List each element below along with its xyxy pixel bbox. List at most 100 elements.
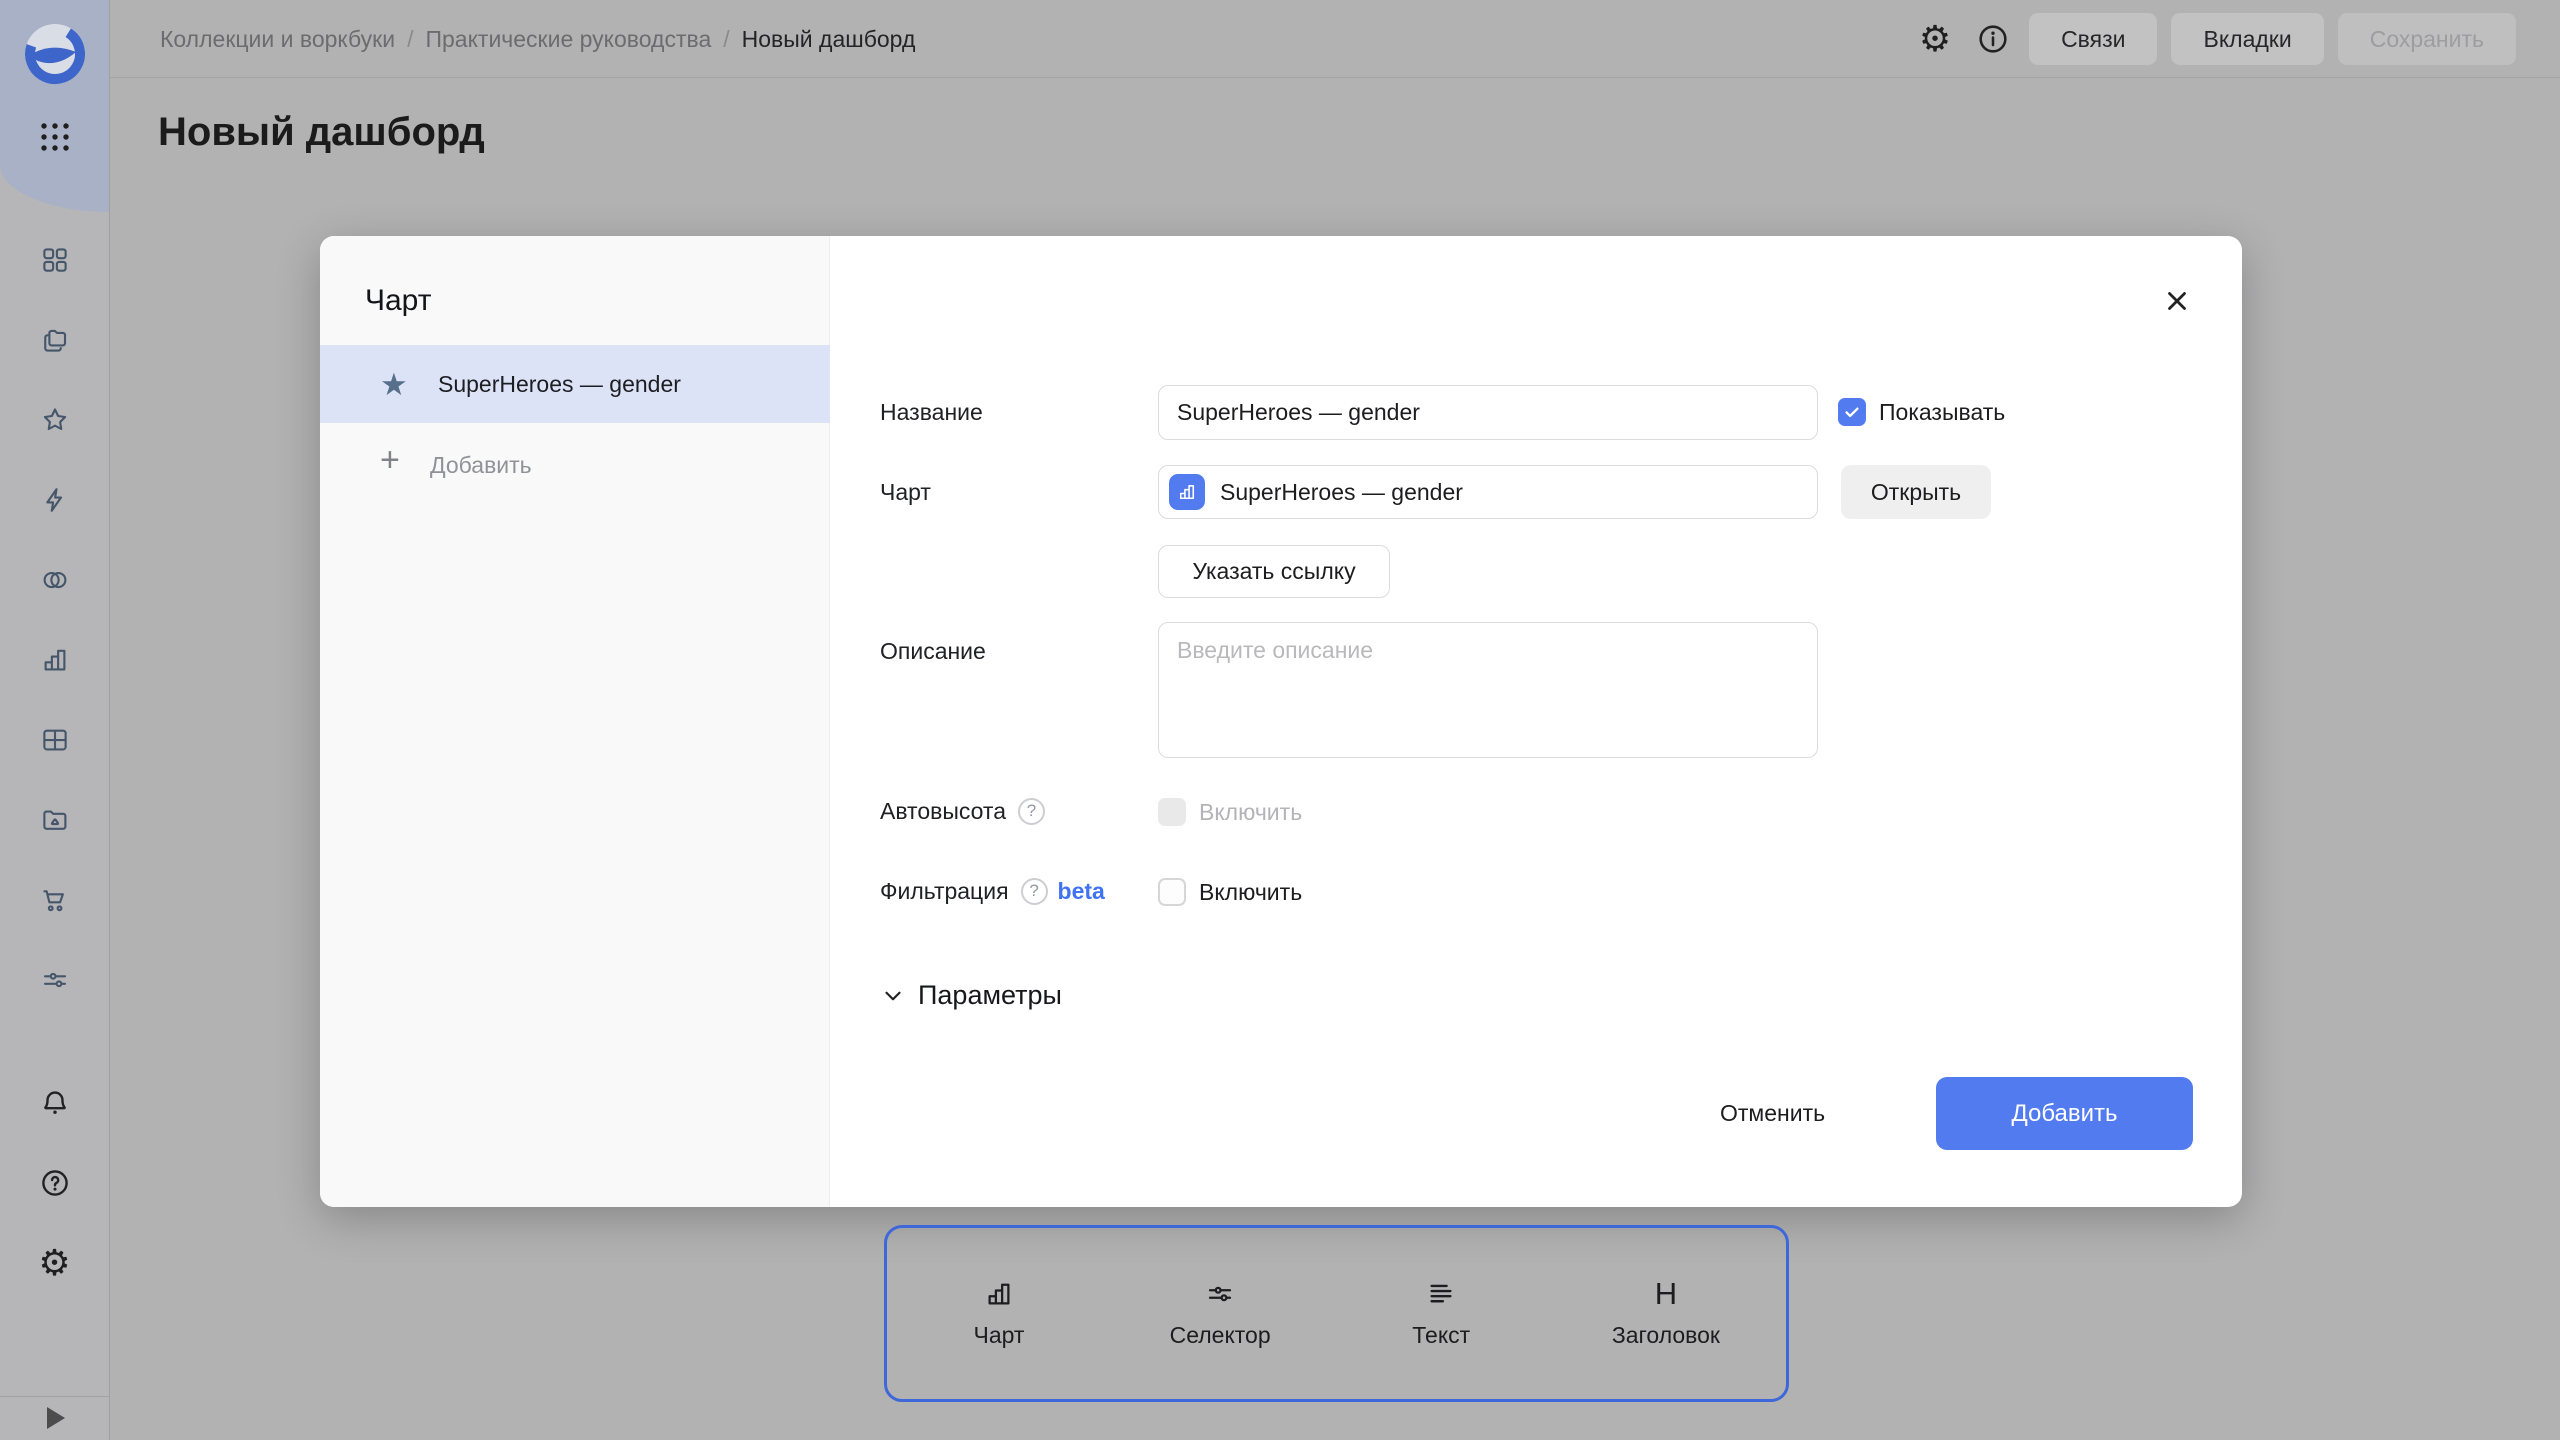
help-button[interactable] [0, 1161, 109, 1205]
page-title: Новый дашборд [158, 110, 485, 155]
sidebar-nav [0, 238, 109, 1002]
toolbar-item-text-label: Текст [1412, 1322, 1470, 1349]
modal-left-panel: Чарт ★ SuperHeroes — gender + Добавить [320, 236, 830, 1207]
toolbar-item-text[interactable]: Текст [1395, 1279, 1487, 1349]
toolbar-item-selector-label: Селектор [1170, 1322, 1271, 1349]
sidebar-expand-arrow-icon[interactable] [47, 1407, 65, 1429]
sliders-icon [1205, 1279, 1235, 1309]
linked-circles-icon [40, 565, 70, 595]
specify-link-button[interactable]: Указать ссылку [1158, 545, 1390, 598]
checkbox-checked-icon[interactable] [1838, 398, 1866, 426]
toolbar-item-heading[interactable]: H Заголовок [1612, 1279, 1720, 1349]
close-icon [2162, 286, 2192, 316]
autoheight-checkbox-label: Включить [1199, 799, 1302, 826]
breadcrumb-collections[interactable]: Коллекции и воркбуки [160, 26, 395, 53]
datalens-logo[interactable] [23, 22, 87, 91]
params-section-label: Параметры [918, 980, 1062, 1011]
autoheight-field-label: Автовысота ? [880, 796, 1045, 826]
services-grid-icon[interactable] [38, 120, 72, 159]
sidebar-item-dashboards[interactable] [0, 238, 109, 282]
sidebar-item-datasets[interactable] [0, 798, 109, 842]
sidebar-bottom: ⚙ [0, 1081, 109, 1285]
folder-dataset-icon [40, 805, 70, 835]
filtering-checkbox-row[interactable]: Включить [1158, 878, 1302, 906]
description-textarea[interactable] [1158, 622, 1818, 758]
settings-button[interactable]: ⚙ [0, 1241, 109, 1285]
add-chart-modal: Чарт ★ SuperHeroes — gender + Добавить Н… [320, 236, 2242, 1207]
tabs-button[interactable]: Вкладки [2171, 13, 2323, 65]
table-icon [40, 725, 70, 755]
bell-icon [39, 1087, 71, 1119]
chevron-down-icon [880, 983, 906, 1009]
gear-icon: ⚙ [38, 1245, 70, 1281]
bar-chart-icon [1177, 482, 1197, 502]
chart-select-field[interactable]: SuperHeroes — gender [1158, 465, 1818, 519]
chart-list-item-label: SuperHeroes — gender [438, 371, 681, 398]
sliders-icon [40, 965, 70, 995]
sidebar-item-marketplace[interactable] [0, 878, 109, 922]
chart-select-value: SuperHeroes — gender [1220, 479, 1463, 506]
modal-close-button[interactable] [2154, 278, 2200, 324]
links-button[interactable]: Связи [2029, 13, 2157, 65]
star-filled-icon: ★ [380, 369, 408, 400]
widget-add-toolbar: Чарт Селектор Текст H Заголовок [884, 1225, 1789, 1402]
sidebar-item-services[interactable] [0, 958, 109, 1002]
gear-icon: ⚙ [1919, 21, 1951, 57]
sidebar-item-editor-charts[interactable] [0, 478, 109, 522]
toolbar-item-chart[interactable]: Чарт [953, 1279, 1045, 1349]
sidebar-item-collections[interactable] [0, 318, 109, 362]
collections-icon [40, 325, 70, 355]
cancel-button[interactable]: Отменить [1692, 1085, 1853, 1141]
add-chart-list-label: Добавить [430, 452, 532, 479]
bar-chart-icon [40, 645, 70, 675]
name-input[interactable] [1158, 385, 1818, 440]
dashboard-info-button[interactable] [1971, 17, 2015, 61]
name-field-label: Название [880, 385, 983, 440]
notifications-button[interactable] [0, 1081, 109, 1125]
open-chart-button[interactable]: Открыть [1841, 465, 1991, 519]
sidebar-item-favorites[interactable] [0, 398, 109, 442]
checkbox-disabled-icon[interactable] [1158, 798, 1186, 826]
grid-squares-icon [40, 245, 70, 275]
show-title-checkbox-row[interactable]: Показывать [1838, 398, 2005, 426]
filtering-help-icon[interactable]: ? [1021, 878, 1048, 905]
autoheight-help-icon[interactable]: ? [1018, 798, 1045, 825]
dashboard-editor-screen: ⚙ Коллекции и воркбуки / Практические ру… [0, 0, 2560, 1440]
breadcrumb-separator: / [407, 26, 413, 53]
dashboard-settings-button[interactable]: ⚙ [1913, 17, 1957, 61]
add-chart-list-button[interactable]: + Добавить [320, 439, 830, 491]
sidebar-item-connections[interactable] [0, 558, 109, 602]
toolbar-item-selector[interactable]: Селектор [1170, 1279, 1271, 1349]
breadcrumb-workbook[interactable]: Практические руководства [425, 26, 711, 53]
beta-badge: beta [1058, 878, 1105, 905]
topbar: Коллекции и воркбуки / Практические руко… [110, 0, 2560, 78]
topbar-actions: ⚙ Связи Вкладки Сохранить [1913, 13, 2516, 65]
question-circle-icon [39, 1167, 71, 1199]
checkbox-unchecked-icon[interactable] [1158, 878, 1186, 906]
breadcrumb-current: Новый дашборд [742, 26, 916, 53]
checkmark-icon [1842, 402, 1862, 422]
sidebar-item-charts[interactable] [0, 638, 109, 682]
breadcrumb: Коллекции и воркбуки / Практические руко… [160, 0, 915, 78]
toolbar-item-chart-label: Чарт [974, 1322, 1025, 1349]
bar-chart-icon [984, 1279, 1014, 1309]
save-button[interactable]: Сохранить [2338, 13, 2516, 65]
autoheight-checkbox-row[interactable]: Включить [1158, 798, 1302, 826]
filtering-label-text: Фильтрация [880, 878, 1009, 905]
description-field-label: Описание [880, 622, 986, 680]
sidebar-item-dashboard-grid[interactable] [0, 718, 109, 762]
star-icon [40, 405, 70, 435]
heading-icon: H [1655, 1279, 1677, 1309]
info-icon [1976, 22, 2010, 56]
chart-list-item-selected[interactable]: ★ SuperHeroes — gender [320, 345, 830, 423]
breadcrumb-separator: / [723, 26, 729, 53]
params-section-toggle[interactable]: Параметры [880, 980, 1062, 1011]
show-title-checkbox-label: Показывать [1879, 399, 2005, 426]
modal-panel-title: Чарт [365, 284, 431, 318]
filtering-checkbox-label: Включить [1199, 879, 1302, 906]
autoheight-label-text: Автовысота [880, 798, 1006, 825]
sidebar-divider [0, 1396, 109, 1397]
add-button[interactable]: Добавить [1936, 1077, 2193, 1150]
text-lines-icon [1426, 1279, 1456, 1309]
sidebar: ⚙ [0, 0, 110, 1440]
